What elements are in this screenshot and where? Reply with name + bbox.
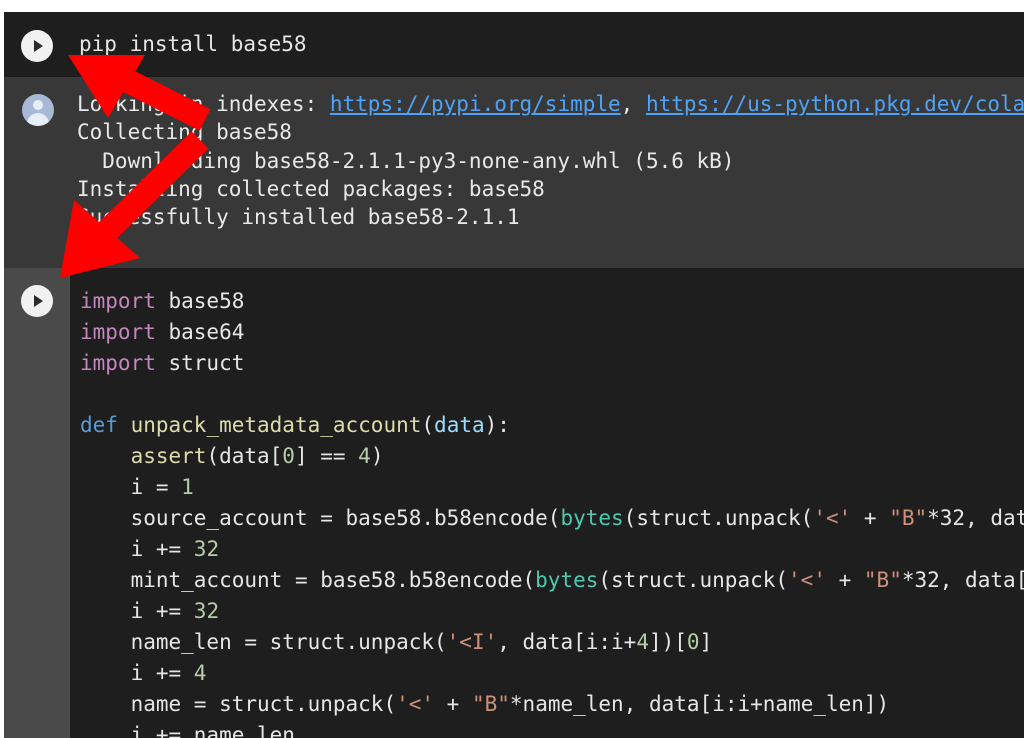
code-line: import base58 bbox=[80, 289, 245, 313]
output-line: Successfully installed base58-2.1.1 bbox=[77, 205, 520, 229]
code-line: import base64 bbox=[80, 320, 245, 344]
play-icon bbox=[34, 40, 43, 52]
output-text: , bbox=[620, 92, 646, 116]
code-line: def unpack_metadata_account(data): bbox=[80, 413, 510, 437]
output-line: Downloading base58-2.1.1-py3-none-any.wh… bbox=[77, 149, 735, 173]
cell-gutter bbox=[4, 268, 70, 738]
code-line: mint_account = base58.b58encode(bytes(st… bbox=[130, 568, 1024, 592]
output-text: Looking in indexes: bbox=[77, 92, 330, 116]
code-line: i += 32 bbox=[130, 599, 220, 623]
code-line[interactable]: pip install base58 bbox=[79, 32, 307, 56]
play-icon bbox=[34, 295, 43, 307]
code-line: i += 32 bbox=[130, 537, 220, 561]
output-line: Collecting base58 bbox=[77, 120, 292, 144]
code-cell-metadata[interactable]: import base58 import base64 import struct … bbox=[4, 268, 1024, 738]
code-editor[interactable]: import base58 import base64 import struct … bbox=[80, 286, 1024, 738]
output-line: Installing collected packages: base58 bbox=[77, 177, 545, 201]
colab-wheels-link[interactable]: https://us-python.pkg.dev/colab-wheels/p… bbox=[646, 92, 1024, 116]
code-line: name_len = struct.unpack('<I', data[i:i+… bbox=[130, 630, 713, 654]
output-line: Looking in indexes: https://pypi.org/sim… bbox=[77, 92, 1024, 116]
pypi-link[interactable]: https://pypi.org/simple bbox=[330, 92, 621, 116]
code-line: assert(data[0] == 4) bbox=[130, 444, 384, 468]
code-line: source_account = base58.b58encode(bytes(… bbox=[130, 506, 1024, 530]
code-line: name = struct.unpack('<' + "B"*name_len,… bbox=[130, 692, 890, 716]
cell-output: Looking in indexes: https://pypi.org/sim… bbox=[4, 78, 1024, 268]
code-line: import struct bbox=[80, 351, 245, 375]
run-cell-button[interactable] bbox=[21, 285, 53, 317]
code-cell-pip-install[interactable]: pip install base58 bbox=[4, 12, 1024, 77]
code-line: i += 4 bbox=[130, 661, 207, 685]
notebook-frame: pip install base58 Looking in indexes: h… bbox=[4, 12, 1024, 738]
output-avatar-icon bbox=[22, 94, 54, 126]
code-line: i = 1 bbox=[130, 475, 194, 499]
code-line: i += name_len bbox=[130, 723, 295, 738]
run-cell-button[interactable] bbox=[21, 30, 53, 62]
